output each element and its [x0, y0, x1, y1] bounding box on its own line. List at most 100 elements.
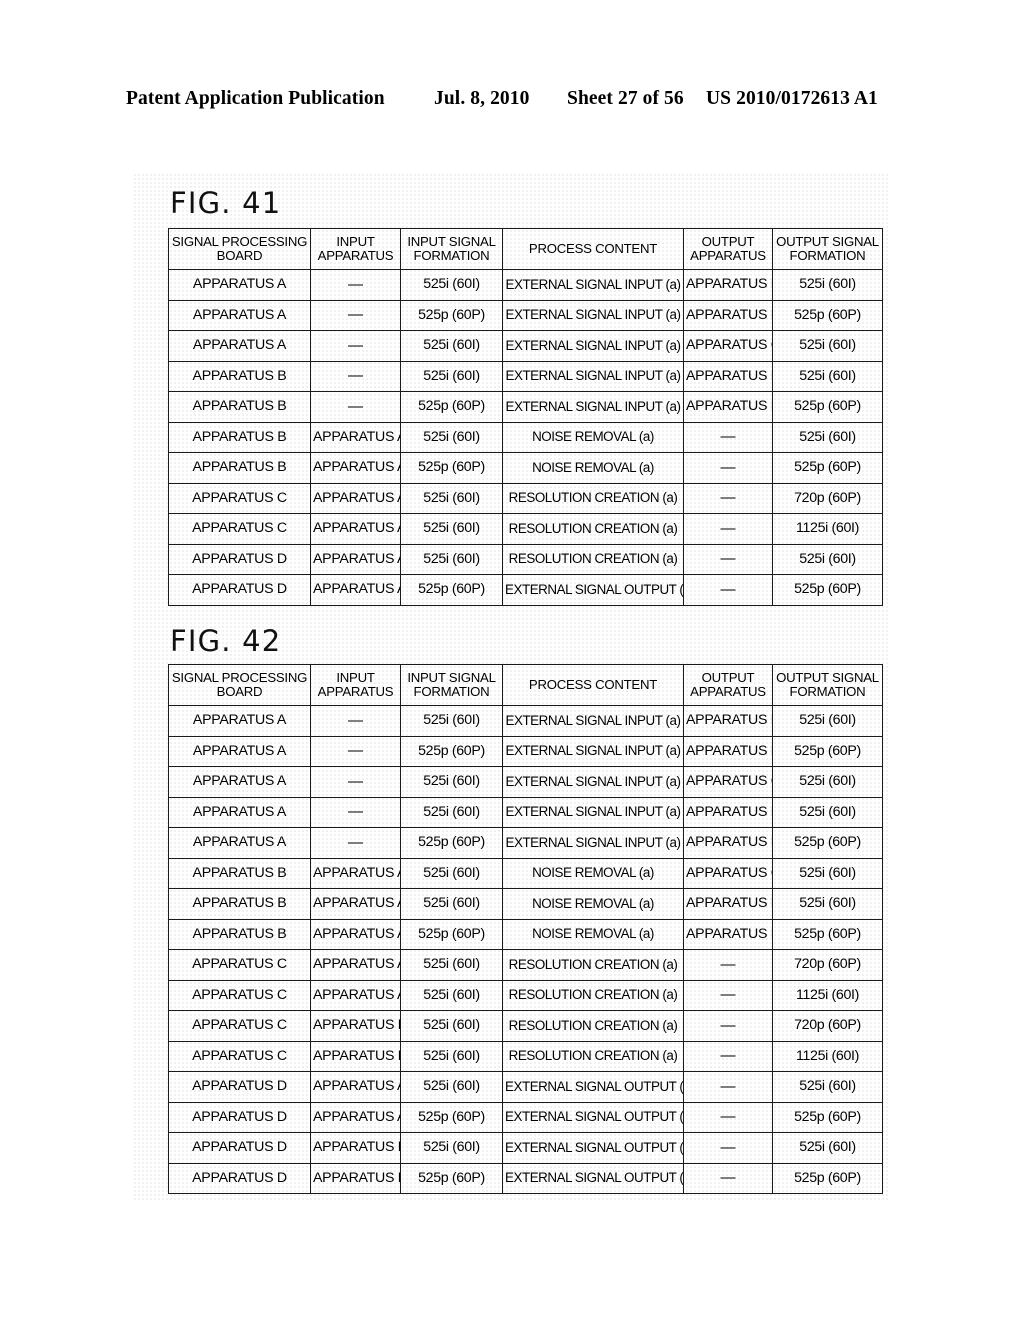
cell-input-signal-formation: 525i (60I): [400, 513, 503, 545]
cell-input-signal-formation: 525i (60I): [400, 888, 503, 920]
cell-output-signal-formation: 720p (60P): [772, 1010, 883, 1042]
header-text-line2: FORMATION: [789, 684, 866, 699]
column-header-output-apparatus: OUTPUT APPARATUS: [683, 228, 773, 270]
table-row: APPARATUS B —525p (60P) EXTERNAL SIGNAL IN…: [168, 391, 883, 423]
cell-output-apparatus: APPARATUS D: [683, 827, 773, 859]
cell-output-signal-formation: 525i (60I): [772, 888, 883, 920]
empty-value-dash: —: [720, 1016, 736, 1034]
cell-output-signal-formation: 720p (60P): [772, 482, 883, 514]
header-text-line2: APPARATUS: [690, 248, 766, 263]
cell-process-content: EXTERNAL SIGNAL INPUT (a): [502, 827, 684, 859]
cell-output-apparatus: —: [683, 979, 773, 1011]
table-row: APPARATUS B APPARATUS A 525i (60I) NOISE RE…: [168, 421, 883, 453]
table-row: APPARATUS C APPARATUS B 525i (60I) RESOLUTI…: [168, 1010, 883, 1042]
cell-signal-processing-board: APPARATUS D: [168, 1101, 311, 1133]
cell-process-content: EXTERNAL SIGNAL INPUT (a): [502, 705, 684, 737]
cell-process-content: RESOLUTION CREATION (a): [502, 482, 684, 514]
cell-signal-processing-board: APPARATUS C: [168, 482, 311, 514]
empty-value-dash: —: [720, 986, 736, 1004]
cell-output-signal-formation: 525p (60P): [772, 918, 883, 950]
cell-input-apparatus: APPARATUS A: [310, 543, 401, 575]
header-text-line2: APPARATUS: [317, 684, 394, 699]
cell-input-signal-formation: 525p (60P): [400, 1101, 503, 1133]
cell-signal-processing-board: APPARATUS A: [168, 766, 311, 798]
table-row: APPARATUS B APPARATUS A 525p (60P) NOISE RE…: [168, 452, 883, 484]
empty-value-dash: —: [348, 397, 363, 415]
table-row: APPARATUS A —525i (60I) EXTERNAL SIGNAL IN…: [168, 796, 883, 828]
cell-signal-processing-board: APPARATUS A: [168, 330, 311, 362]
cell-process-content: EXTERNAL SIGNAL OUTPUT (a): [502, 1162, 684, 1194]
cell-output-signal-formation: 1125i (60I): [772, 1040, 883, 1072]
cell-input-apparatus: —: [310, 330, 401, 362]
cell-signal-processing-board: APPARATUS D: [168, 574, 311, 606]
cell-input-apparatus: —: [310, 269, 401, 301]
cell-signal-processing-board: APPARATUS D: [168, 1132, 311, 1164]
cell-output-apparatus: APPARATUS C: [683, 766, 773, 798]
signal-processing-table-fig42: SIGNAL PROCESSING BOARD INPUT APPARATUS …: [168, 664, 883, 1194]
cell-signal-processing-board: APPARATUS A: [168, 796, 311, 828]
cell-output-signal-formation: 525p (60P): [772, 299, 883, 331]
cell-signal-processing-board: APPARATUS A: [168, 299, 311, 331]
cell-output-signal-formation: 525i (60I): [772, 421, 883, 453]
column-header-signal-processing-board: SIGNAL PROCESSING BOARD: [168, 228, 311, 270]
cell-input-signal-formation: 525i (60I): [400, 421, 503, 453]
cell-input-signal-formation: 525i (60I): [400, 705, 503, 737]
empty-value-dash: —: [720, 1077, 736, 1095]
cell-process-content: RESOLUTION CREATION (a): [502, 949, 684, 981]
cell-input-apparatus: APPARATUS A: [310, 482, 401, 514]
cell-input-apparatus: APPARATUS A: [310, 421, 401, 453]
table-row: APPARATUS B APPARATUS A 525i (60I) NOISE RE…: [168, 857, 883, 889]
cell-input-signal-formation: 525i (60I): [400, 330, 503, 362]
cell-input-signal-formation: 525p (60P): [400, 574, 503, 606]
cell-input-signal-formation: 525i (60I): [400, 766, 503, 798]
table-header-row: SIGNAL PROCESSING BOARD INPUT APPARATUS …: [168, 228, 883, 270]
empty-value-dash: —: [720, 955, 736, 973]
table-row: APPARATUS D APPARATUS A 525i (60I) EXTERNAL…: [168, 1071, 883, 1103]
cell-output-signal-formation: 525p (60P): [772, 1162, 883, 1194]
cell-input-signal-formation: 525i (60I): [400, 1132, 503, 1164]
cell-output-apparatus: —: [683, 1071, 773, 1103]
cell-signal-processing-board: APPARATUS C: [168, 1040, 311, 1072]
table-row: APPARATUS A —525p (60P) EXTERNAL SIGNAL IN…: [168, 299, 883, 331]
cell-signal-processing-board: APPARATUS B: [168, 391, 311, 423]
cell-input-signal-formation: 525p (60P): [400, 452, 503, 484]
cell-process-content: EXTERNAL SIGNAL INPUT (a): [502, 360, 684, 392]
cell-input-apparatus: APPARATUS A: [310, 888, 401, 920]
cell-process-content: EXTERNAL SIGNAL INPUT (a): [502, 796, 684, 828]
empty-value-dash: —: [720, 580, 736, 598]
cell-input-apparatus: APPARATUS B: [310, 1010, 401, 1042]
table-row: APPARATUS D APPARATUS A 525i (60I) RESOLUTI…: [168, 543, 883, 575]
cell-output-signal-formation: 1125i (60I): [772, 979, 883, 1011]
empty-value-dash: —: [348, 803, 363, 821]
empty-value-dash: —: [720, 550, 736, 568]
cell-process-content: NOISE REMOVAL (a): [502, 918, 684, 950]
column-header-input-apparatus: INPUT APPARATUS: [310, 664, 401, 706]
table-header-fig41: SIGNAL PROCESSING BOARD INPUT APPARATUS …: [168, 228, 883, 270]
table-row: APPARATUS C APPARATUS A 525i (60I) RESOLUTI…: [168, 482, 883, 514]
cell-signal-processing-board: APPARATUS D: [168, 1162, 311, 1194]
cell-output-apparatus: APPARATUS B: [683, 705, 773, 737]
cell-process-content: EXTERNAL SIGNAL OUTPUT (a): [502, 574, 684, 606]
empty-value-dash: —: [720, 1108, 736, 1126]
cell-input-signal-formation: 525i (60I): [400, 1040, 503, 1072]
cell-output-apparatus: —: [683, 421, 773, 453]
cell-output-signal-formation: 525p (60P): [772, 452, 883, 484]
cell-input-apparatus: —: [310, 735, 401, 767]
cell-input-signal-formation: 525p (60P): [400, 391, 503, 423]
empty-value-dash: —: [720, 1138, 736, 1156]
table-row: APPARATUS A —525i (60I) EXTERNAL SIGNAL IN…: [168, 330, 883, 362]
empty-value-dash: —: [720, 1169, 736, 1187]
cell-process-content: RESOLUTION CREATION (a): [502, 1040, 684, 1072]
cell-process-content: NOISE REMOVAL (a): [502, 888, 684, 920]
cell-process-content: EXTERNAL SIGNAL OUTPUT (a): [502, 1071, 684, 1103]
cell-input-apparatus: APPARATUS A: [310, 979, 401, 1011]
cell-output-apparatus: APPARATUS B: [683, 299, 773, 331]
empty-value-dash: —: [348, 833, 363, 851]
cell-signal-processing-board: APPARATUS A: [168, 269, 311, 301]
empty-value-dash: —: [720, 519, 736, 537]
cell-input-signal-formation: 525i (60I): [400, 979, 503, 1011]
cell-output-signal-formation: 525p (60P): [772, 827, 883, 859]
cell-input-apparatus: APPARATUS B: [310, 1040, 401, 1072]
cell-signal-processing-board: APPARATUS D: [168, 1071, 311, 1103]
header-text-line1: PROCESS CONTENT: [528, 677, 658, 693]
